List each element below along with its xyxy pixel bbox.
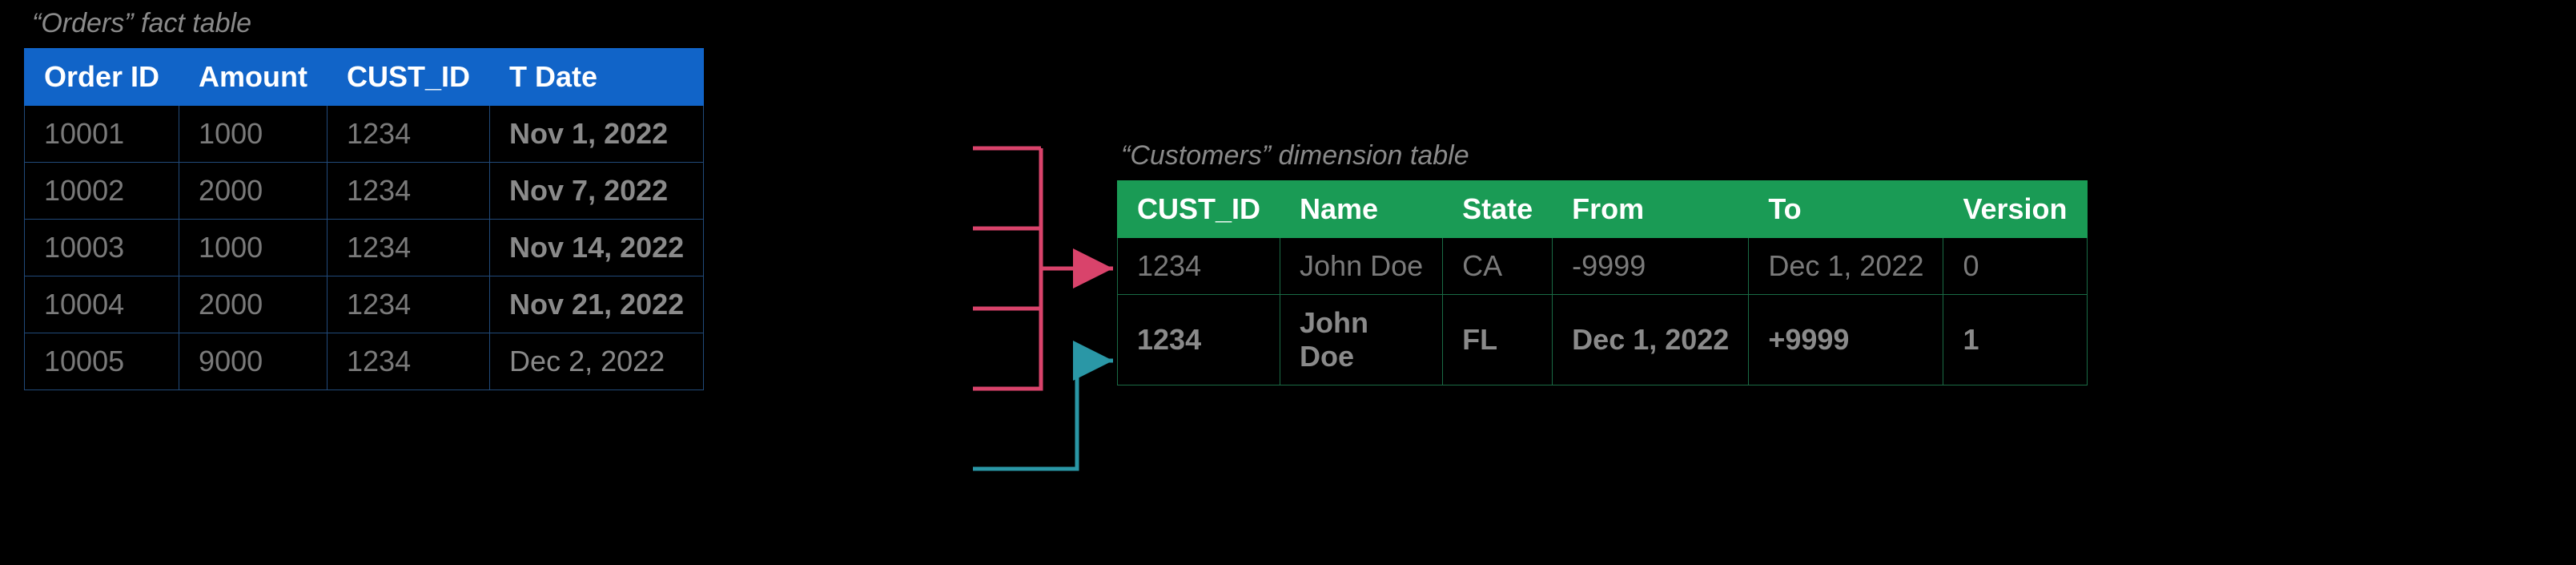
cell-amount: 9000 [179,333,328,390]
cell-from: -9999 [1553,238,1749,295]
cell-tdate: Nov 7, 2022 [490,163,704,220]
cell-from: Dec 1, 2022 [1553,295,1749,385]
cell-amount: 2000 [179,163,328,220]
table-row: 10004 2000 1234 Nov 21, 2022 [25,276,704,333]
customers-col-custid: CUST_ID [1118,181,1280,238]
cell-to: +9999 [1749,295,1943,385]
cell-orderid: 10004 [25,276,179,333]
table-row: 10002 2000 1234 Nov 7, 2022 [25,163,704,220]
orders-header-row: Order ID Amount CUST_ID T Date [25,49,704,106]
cell-orderid: 10001 [25,106,179,163]
customers-col-state: State [1443,181,1553,238]
customers-header-row: CUST_ID Name State From To Version [1118,181,2088,238]
cell-amount: 2000 [179,276,328,333]
cell-name: John Doe [1280,295,1443,385]
cell-state: CA [1443,238,1553,295]
table-row: 1234 John Doe CA -9999 Dec 1, 2022 0 [1118,238,2088,295]
cell-orderid: 10003 [25,220,179,276]
cell-tdate: Dec 2, 2022 [490,333,704,390]
cell-amount: 1000 [179,106,328,163]
cell-orderid: 10002 [25,163,179,220]
customers-col-to: To [1749,181,1943,238]
customers-table: CUST_ID Name State From To Version 1234 … [1117,180,2088,385]
connector-teal [973,361,1113,469]
cell-state: FL [1443,295,1553,385]
orders-col-tdate: T Date [490,49,704,106]
customers-caption: “Customers” dimension table [1121,140,1469,172]
cell-name: John Doe [1280,238,1443,295]
cell-to: Dec 1, 2022 [1749,238,1943,295]
cell-orderid: 10005 [25,333,179,390]
cell-version: 1 [1943,295,2087,385]
cell-version: 0 [1943,238,2087,295]
table-row: 10005 9000 1234 Dec 2, 2022 [25,333,704,390]
orders-table: Order ID Amount CUST_ID T Date 10001 100… [24,48,704,390]
customers-col-from: From [1553,181,1749,238]
cell-tdate: Nov 14, 2022 [490,220,704,276]
cell-custid: 1234 [328,106,490,163]
cell-tdate: Nov 1, 2022 [490,106,704,163]
customers-col-version: Version [1943,181,2087,238]
cell-tdate: Nov 21, 2022 [490,276,704,333]
cell-custid: 1234 [1118,295,1280,385]
cell-custid: 1234 [328,220,490,276]
table-row: 1234 John Doe FL Dec 1, 2022 +9999 1 [1118,295,2088,385]
orders-col-orderid: Order ID [25,49,179,106]
orders-col-amount: Amount [179,49,328,106]
cell-custid: 1234 [328,163,490,220]
customers-col-name: Name [1280,181,1443,238]
cell-custid: 1234 [328,276,490,333]
connector-red [973,148,1113,389]
cell-custid: 1234 [1118,238,1280,295]
cell-custid: 1234 [328,333,490,390]
orders-col-custid: CUST_ID [328,49,490,106]
orders-caption: “Orders” fact table [32,8,251,39]
table-row: 10001 1000 1234 Nov 1, 2022 [25,106,704,163]
cell-amount: 1000 [179,220,328,276]
table-row: 10003 1000 1234 Nov 14, 2022 [25,220,704,276]
